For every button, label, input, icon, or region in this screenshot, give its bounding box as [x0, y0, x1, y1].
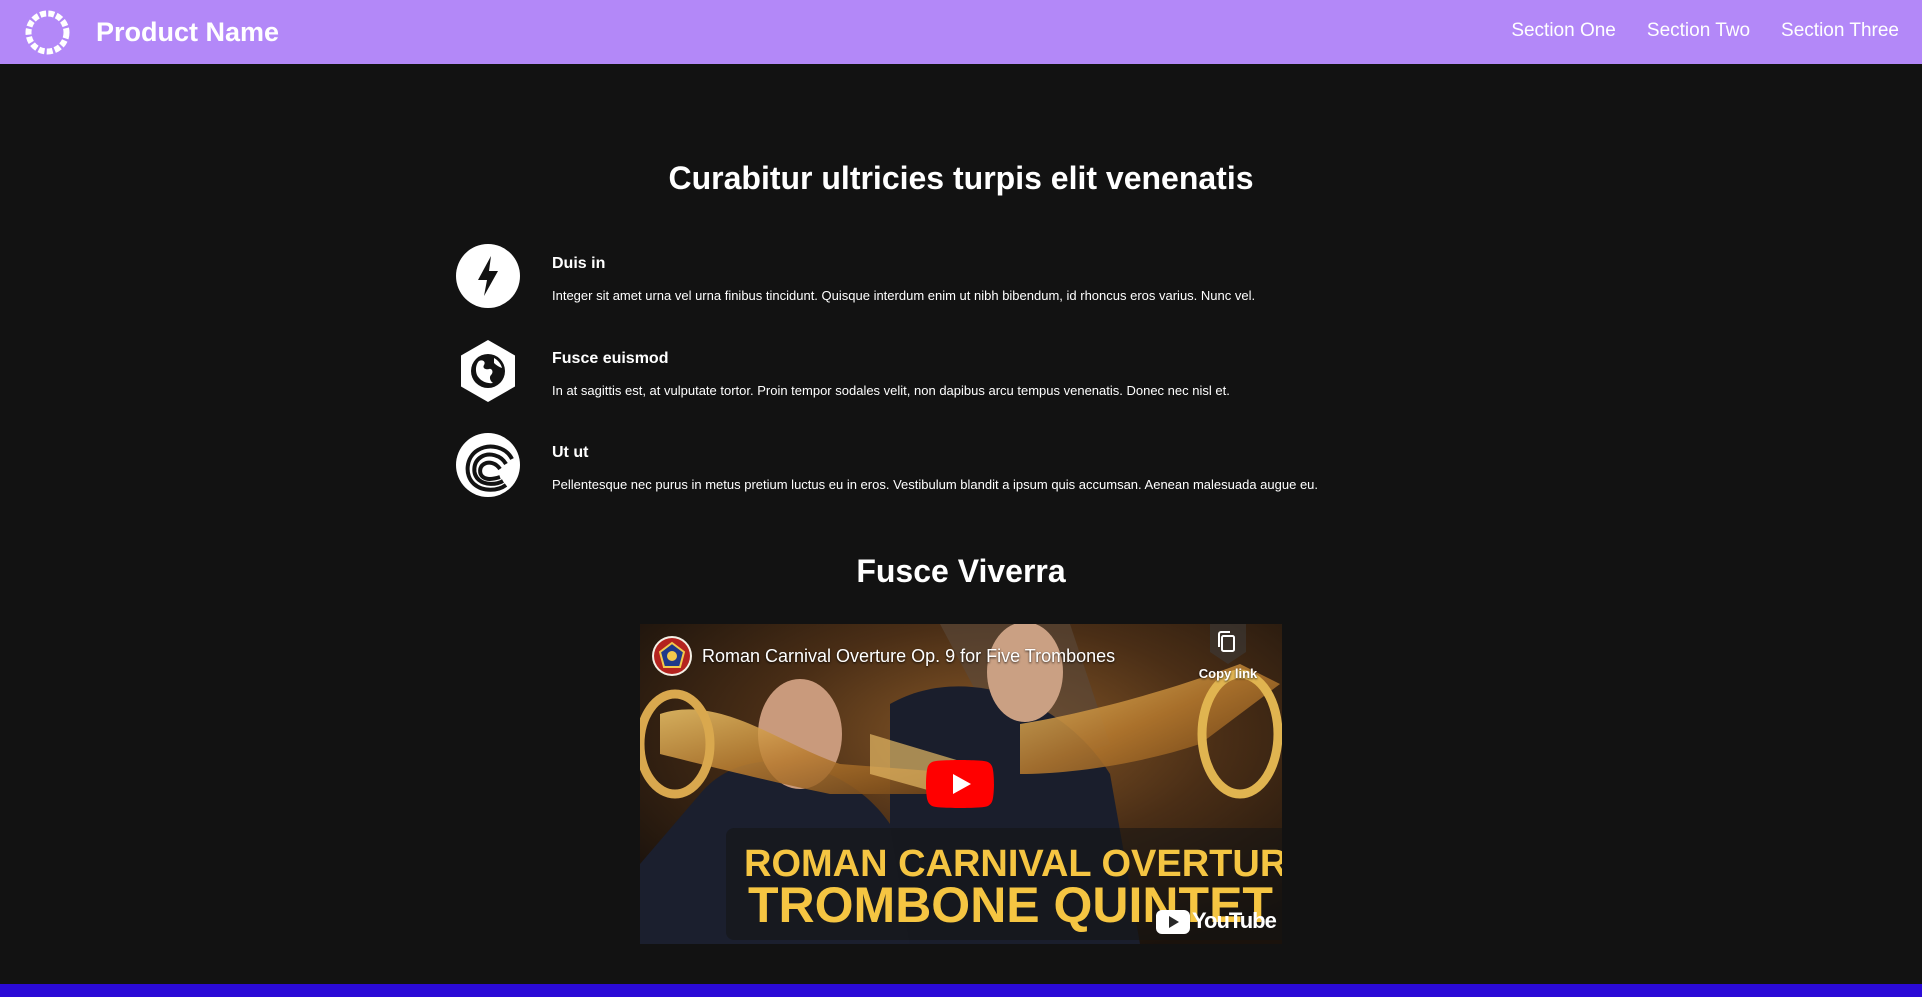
nav-link-section-two[interactable]: Section Two	[1647, 18, 1750, 44]
product-logo-icon[interactable]	[23, 8, 72, 57]
feature-title: Duis in	[552, 255, 606, 272]
feature-item: Ut ut Pellentesque nec purus in metus pr…	[456, 433, 1356, 503]
youtube-play-icon	[1156, 910, 1190, 934]
video-section-title: Fusce Viverra	[856, 553, 1066, 589]
globe-hexagon-icon	[461, 340, 515, 402]
feature-description: In at sagittis est, at vulputate tortor.…	[552, 383, 1230, 398]
brand-name[interactable]: Product Name	[96, 14, 279, 50]
army-band-emblem-icon	[654, 638, 690, 674]
swirl-waves-icon	[456, 433, 520, 497]
channel-avatar[interactable]	[652, 636, 692, 676]
feature-title: Fusce euismod	[552, 350, 669, 367]
lightning-bolt-icon	[456, 244, 520, 308]
copy-link-label: Copy link	[1198, 666, 1258, 681]
footer-bar	[0, 984, 1922, 997]
video-title[interactable]: Roman Carnival Overture Op. 9 for Five T…	[702, 644, 1115, 668]
copy-icon	[1210, 624, 1246, 664]
play-button-icon[interactable]	[926, 760, 994, 808]
hero-title: Curabitur ultricies turpis elit venenati…	[668, 160, 1254, 196]
youtube-logo[interactable]: YouTube	[1156, 907, 1277, 937]
feature-item: Duis in Integer sit amet urna vel urna f…	[456, 244, 1356, 314]
youtube-video-embed[interactable]: Roman Carnival Overture Op. 9 for Five T…	[640, 624, 1282, 944]
nav-links: Section One Section Two Section Three	[1511, 18, 1899, 44]
nav-link-section-three[interactable]: Section Three	[1781, 18, 1899, 44]
feature-title: Ut ut	[552, 444, 589, 461]
feature-item: Fusce euismod In at sagittis est, at vul…	[456, 339, 1356, 409]
top-navbar: Product Name Section One Section Two Sec…	[0, 0, 1922, 64]
feature-description: Integer sit amet urna vel urna finibus t…	[552, 288, 1256, 303]
youtube-wordmark: YouTube	[1192, 908, 1277, 933]
feature-description: Pellentesque nec purus in metus pretium …	[552, 477, 1319, 492]
copy-link-button[interactable]: Copy link	[1192, 624, 1264, 688]
nav-link-section-one[interactable]: Section One	[1511, 18, 1616, 44]
